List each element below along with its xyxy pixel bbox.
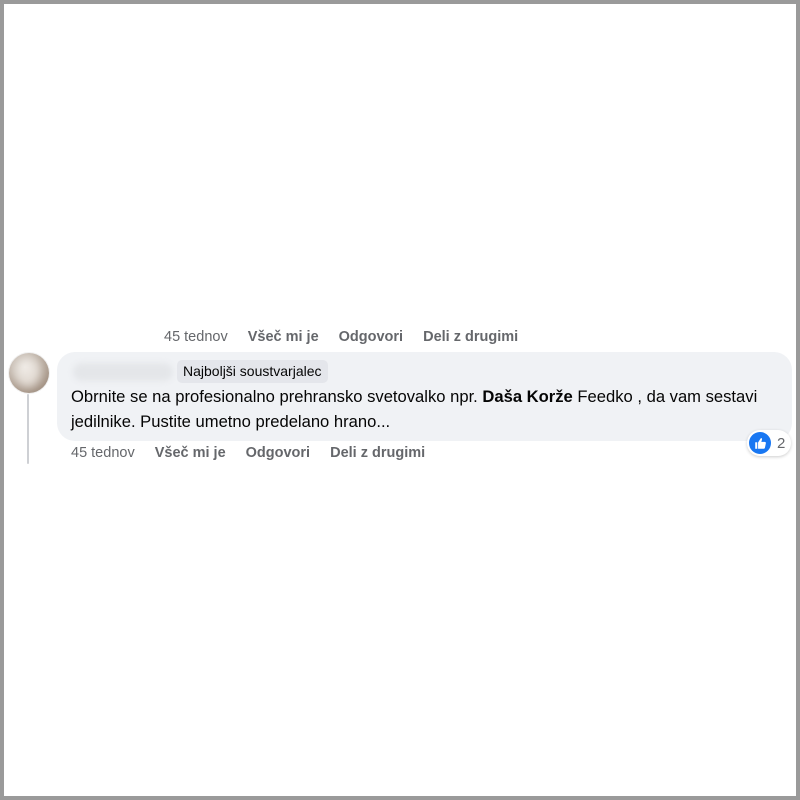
- reply-button[interactable]: Odgovori: [246, 445, 310, 461]
- reaction-summary[interactable]: 2: [747, 430, 792, 456]
- reply-button[interactable]: Odgovori: [339, 329, 403, 345]
- mention-link[interactable]: Daša Korže: [482, 387, 572, 406]
- comment-timestamp[interactable]: 45 tednov: [71, 445, 135, 461]
- like-button[interactable]: Všeč mi je: [155, 445, 226, 461]
- share-button[interactable]: Deli z drugimi: [423, 329, 518, 345]
- thread-line: [27, 394, 29, 464]
- author-name-redacted[interactable]: [73, 363, 173, 381]
- reaction-count: 2: [777, 434, 786, 452]
- like-button[interactable]: Všeč mi je: [248, 329, 319, 345]
- comment-text: Obrnite se na profesionalno prehransko s…: [71, 384, 781, 434]
- comment-text-start: Obrnite se na profesionalno prehransko s…: [71, 387, 483, 406]
- previous-comment-actions: 45 tednov Všeč mi je Odgovori Deli z dru…: [164, 329, 538, 345]
- comment-actions: 45 tednov Všeč mi je Odgovori Deli z dru…: [71, 445, 445, 461]
- thumbs-up-icon: [749, 432, 771, 454]
- comment-bubble: Najboljši soustvarjalec Obrnite se na pr…: [57, 352, 792, 441]
- author-badge[interactable]: Najboljši soustvarjalec: [177, 360, 328, 383]
- avatar-blur: [17, 359, 39, 387]
- comment-timestamp[interactable]: 45 tednov: [164, 329, 228, 345]
- avatar[interactable]: [9, 353, 49, 393]
- share-button[interactable]: Deli z drugimi: [330, 445, 425, 461]
